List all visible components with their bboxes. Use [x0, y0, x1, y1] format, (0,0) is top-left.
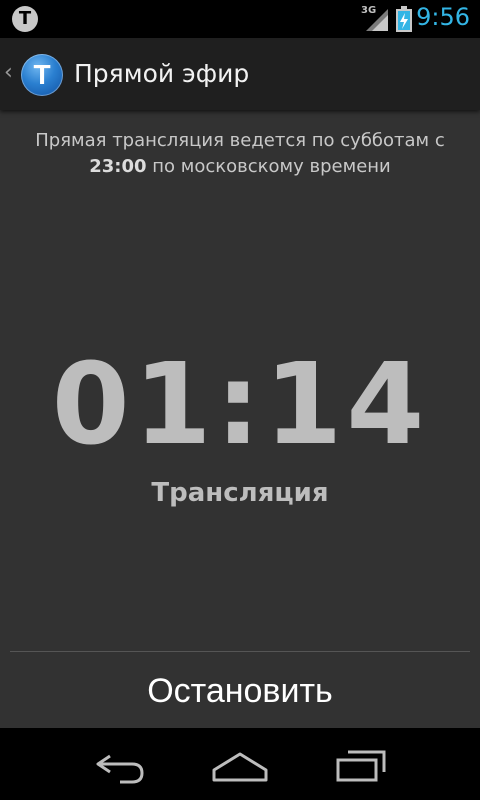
recent-apps-icon: [336, 750, 386, 782]
up-navigation-icon[interactable]: ‹: [4, 62, 13, 84]
schedule-info-suffix: по московскому времени: [152, 156, 391, 177]
broadcast-timer: 01:14: [51, 340, 429, 470]
recent-apps-button[interactable]: [322, 742, 402, 786]
home-button[interactable]: [200, 742, 280, 786]
schedule-info: Прямая трансляция ведется по субботам с …: [10, 128, 470, 180]
schedule-info-prefix: Прямая трансляция ведется по субботам с: [35, 130, 445, 151]
home-icon: [212, 752, 268, 782]
app-notification-icon: T: [12, 6, 38, 32]
navigation-bar: [0, 728, 480, 800]
status-clock: 9:56: [416, 3, 470, 31]
status-bar: T 3G 9:56: [0, 0, 480, 38]
stop-button[interactable]: Остановить: [0, 652, 480, 728]
back-button[interactable]: [80, 742, 160, 786]
signal-icon: [366, 9, 388, 31]
battery-charging-icon: [396, 6, 412, 32]
broadcast-status: Трансляция: [151, 478, 329, 508]
action-bar: ‹ T Прямой эфир: [0, 38, 480, 110]
back-icon: [96, 754, 144, 784]
app-logo-icon[interactable]: T: [21, 54, 63, 96]
page-title: Прямой эфир: [74, 59, 250, 88]
screen: T 3G 9:56 ‹ T Прямой эфир Прямая трансля…: [0, 0, 480, 800]
schedule-info-time: 23:00: [89, 156, 147, 177]
